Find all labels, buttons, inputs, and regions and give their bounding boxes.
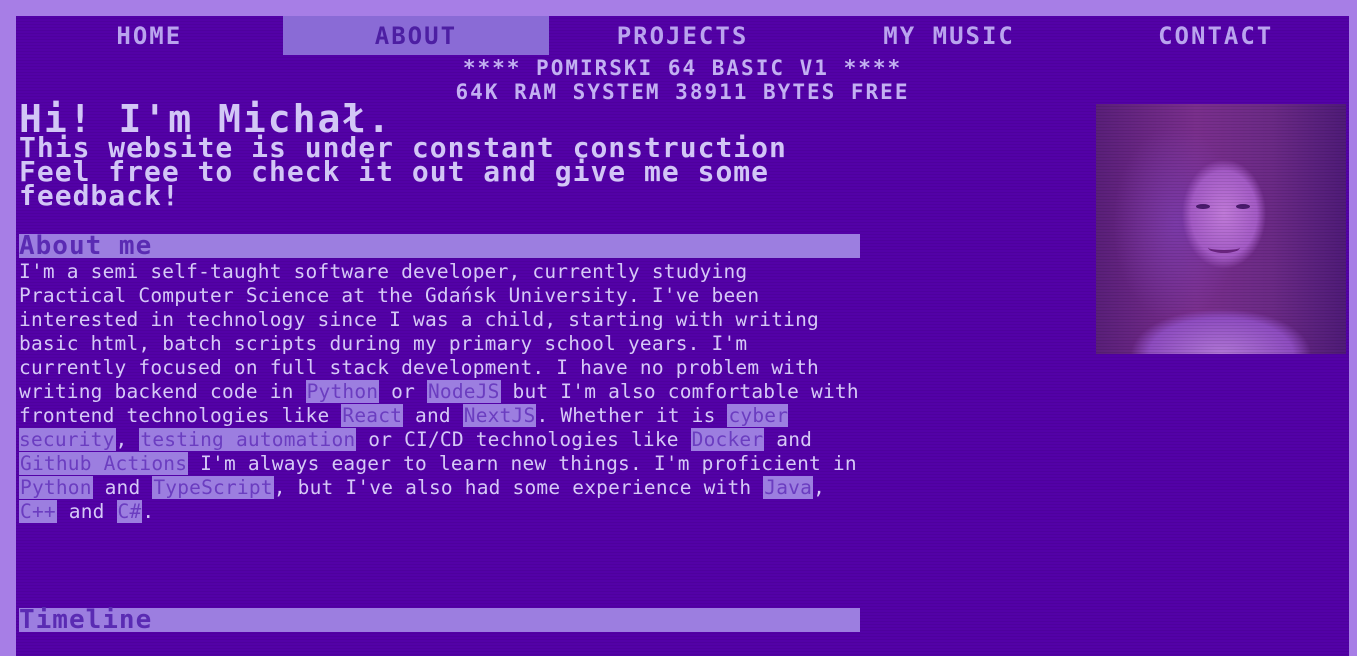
link-typescript[interactable]: TypeScript: [152, 476, 274, 499]
about-text-segment: or CI/CD technologies like: [356, 428, 691, 451]
about-paragraph: I'm a semi self-taught software develope…: [19, 260, 864, 524]
profile-photo: [1096, 104, 1346, 354]
photo-mouth: [1208, 242, 1240, 253]
about-text-segment: and: [403, 404, 463, 427]
about-text-segment: . Whether it is: [536, 404, 728, 427]
about-text-segment: or: [379, 380, 427, 403]
about-text-segment: , but I've also had some experience with: [273, 476, 764, 499]
nav-about[interactable]: ABOUT: [282, 16, 550, 55]
main-content: Hi! I'm Michał. This website is under co…: [19, 100, 864, 524]
c64-screen: HOME ABOUT PROJECTS MY MUSIC CONTACT ***…: [16, 16, 1349, 656]
link-testing-automation[interactable]: testing automation: [139, 428, 357, 451]
about-text-segment: .: [142, 500, 155, 523]
nav-contact[interactable]: CONTACT: [1082, 16, 1349, 55]
boot-banner-title: **** POMIRSKI 64 BASIC V1 ****: [462, 56, 903, 80]
link-java[interactable]: Java: [763, 476, 814, 499]
about-text-segment: and: [92, 476, 153, 499]
link-python[interactable]: Python: [305, 380, 380, 403]
photo-eye-left: [1196, 204, 1210, 209]
about-text-segment: and: [764, 428, 813, 451]
nav-home[interactable]: HOME: [16, 16, 283, 55]
photo-eye-right: [1236, 204, 1250, 209]
nav-my-music[interactable]: MY MUSIC: [816, 16, 1083, 55]
link-github-actions[interactable]: Github Actions: [19, 452, 189, 475]
about-text-segment: I'm always eager to learn new things. I'…: [188, 452, 857, 475]
top-nav: HOME ABOUT PROJECTS MY MUSIC CONTACT: [16, 16, 1349, 55]
link-python-2[interactable]: Python: [19, 476, 93, 499]
link-nextjs[interactable]: NextJS: [462, 404, 537, 427]
about-text-segment: ,: [115, 428, 140, 451]
about-text-segment: ,: [813, 476, 826, 499]
intro-text: This website is under constant construct…: [19, 131, 787, 212]
about-text-segment: and: [56, 500, 117, 523]
nav-projects[interactable]: PROJECTS: [549, 16, 816, 55]
link-csharp[interactable]: C#: [116, 500, 143, 523]
link-docker[interactable]: Docker: [690, 428, 765, 451]
about-section-title: About me: [19, 233, 860, 259]
link-cpp[interactable]: C++: [19, 500, 57, 523]
timeline-section-title: Timeline: [19, 607, 860, 633]
link-nodejs[interactable]: NodeJS: [426, 380, 501, 403]
link-react[interactable]: React: [341, 404, 404, 427]
